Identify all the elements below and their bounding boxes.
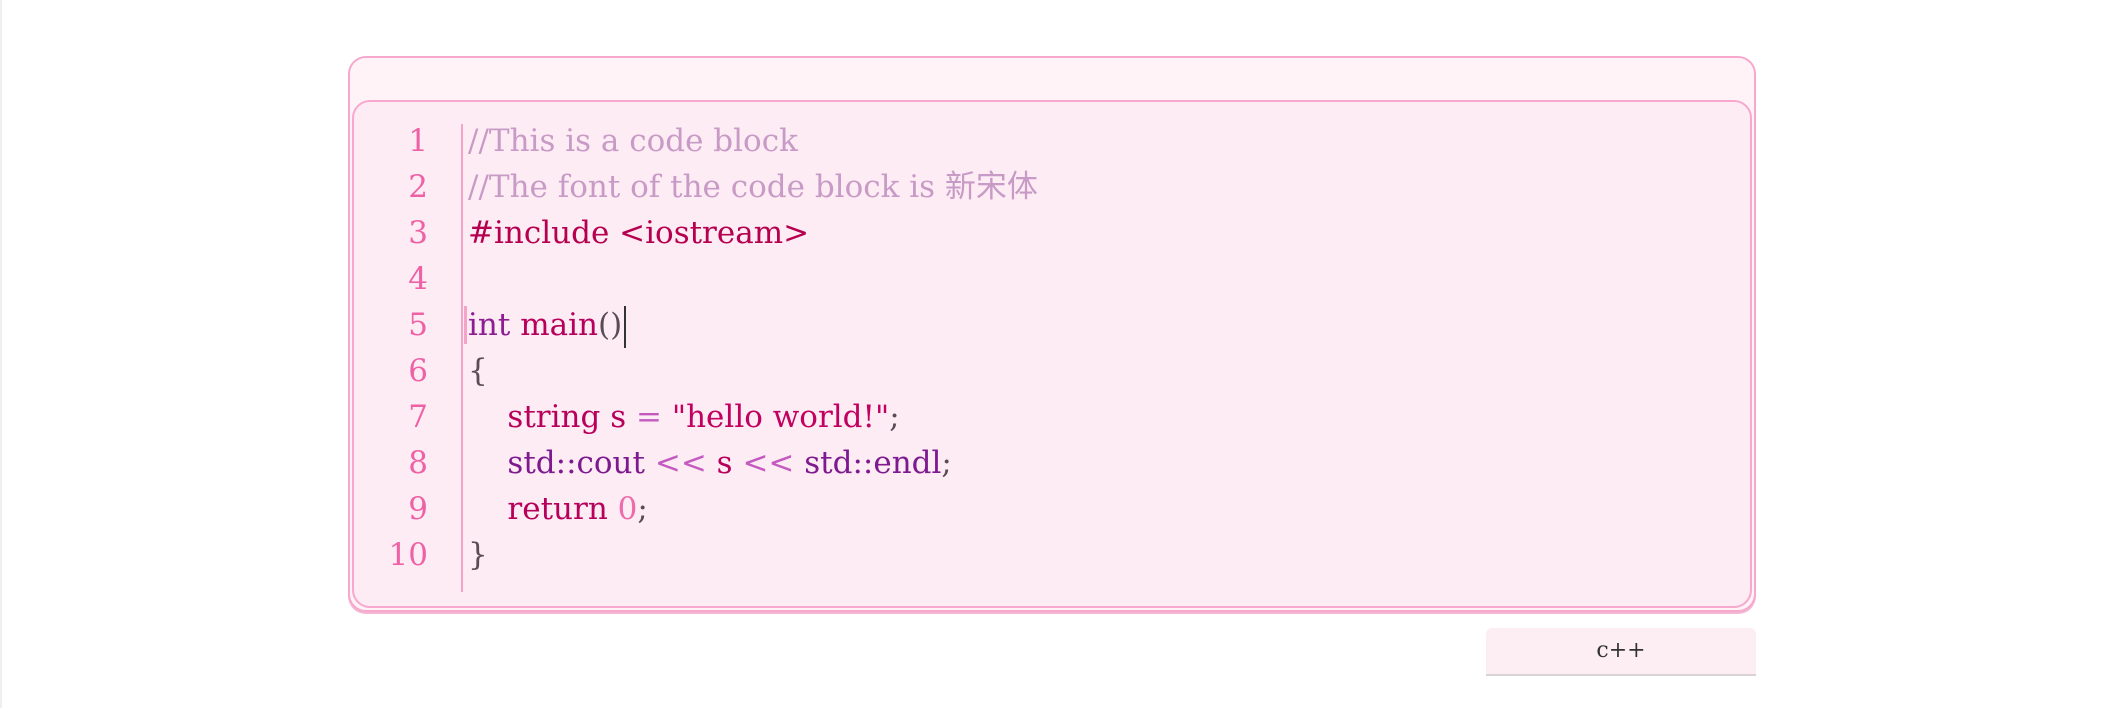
line-number-gutter: 1 2 3 4 5 6 7 8 9 10	[354, 118, 462, 578]
code-token: //The font of the code block is 新宋体	[468, 169, 1038, 205]
code-token: std::cout	[507, 445, 645, 481]
code-line[interactable]: //This is a code block	[468, 118, 1730, 164]
code-token: =	[635, 399, 662, 435]
code-token: ;	[941, 445, 952, 481]
line-number: 10	[388, 537, 428, 573]
code-token: main	[520, 307, 598, 343]
line-number: 9	[408, 491, 428, 527]
code-token: 0	[617, 491, 638, 527]
code-line[interactable]: std::cout << s << std::endl;	[468, 440, 1730, 486]
code-token: string	[507, 399, 601, 435]
code-lines[interactable]: //This is a code block //The font of the …	[464, 118, 1730, 578]
code-token: ;	[637, 491, 648, 527]
code-line[interactable]: //The font of the code block is 新宋体	[468, 164, 1730, 210]
code-line[interactable]: int main()	[464, 302, 1730, 348]
code-editor-panel[interactable]: 1 2 3 4 5 6 7 8 9 10 //This is a code block //The …	[352, 100, 1752, 608]
code-token: #include <iostream>	[468, 215, 810, 251]
code-token: s	[716, 445, 733, 481]
line-number: 6	[408, 353, 428, 389]
code-token: //This is a code block	[468, 123, 798, 159]
code-block-card: 1 2 3 4 5 6 7 8 9 10 //This is a code block //The …	[348, 56, 1756, 612]
language-label[interactable]: c++	[1486, 628, 1756, 676]
code-token: int	[468, 307, 511, 343]
code-token: {	[468, 353, 488, 389]
line-number: 1	[408, 123, 428, 159]
page-left-border	[0, 0, 2, 708]
code-token: }	[468, 537, 488, 573]
text-cursor	[624, 305, 627, 348]
gutter-divider	[461, 124, 463, 592]
line-number: 7	[408, 399, 428, 435]
code-line[interactable]: return 0;	[468, 486, 1730, 532]
active-line-marker	[464, 306, 467, 344]
code-token: ()	[597, 307, 623, 343]
code-token: std::endl	[804, 445, 942, 481]
code-line[interactable]: }	[468, 532, 1730, 578]
code-line[interactable]	[468, 256, 1730, 302]
code-token: return	[507, 491, 608, 527]
code-token: ;	[889, 399, 900, 435]
code-line[interactable]: #include <iostream>	[468, 210, 1730, 256]
line-number: 8	[408, 445, 428, 481]
code-line[interactable]: {	[468, 348, 1730, 394]
line-number: 5	[408, 307, 428, 343]
code-line[interactable]: string s = "hello world!";	[468, 394, 1730, 440]
code-token: s	[610, 399, 627, 435]
code-token: "hello world!"	[671, 399, 890, 435]
code-token: <<	[742, 445, 795, 481]
line-number: 4	[408, 261, 428, 297]
line-number: 2	[408, 169, 428, 205]
line-number: 3	[408, 215, 428, 251]
code-token: <<	[654, 445, 707, 481]
